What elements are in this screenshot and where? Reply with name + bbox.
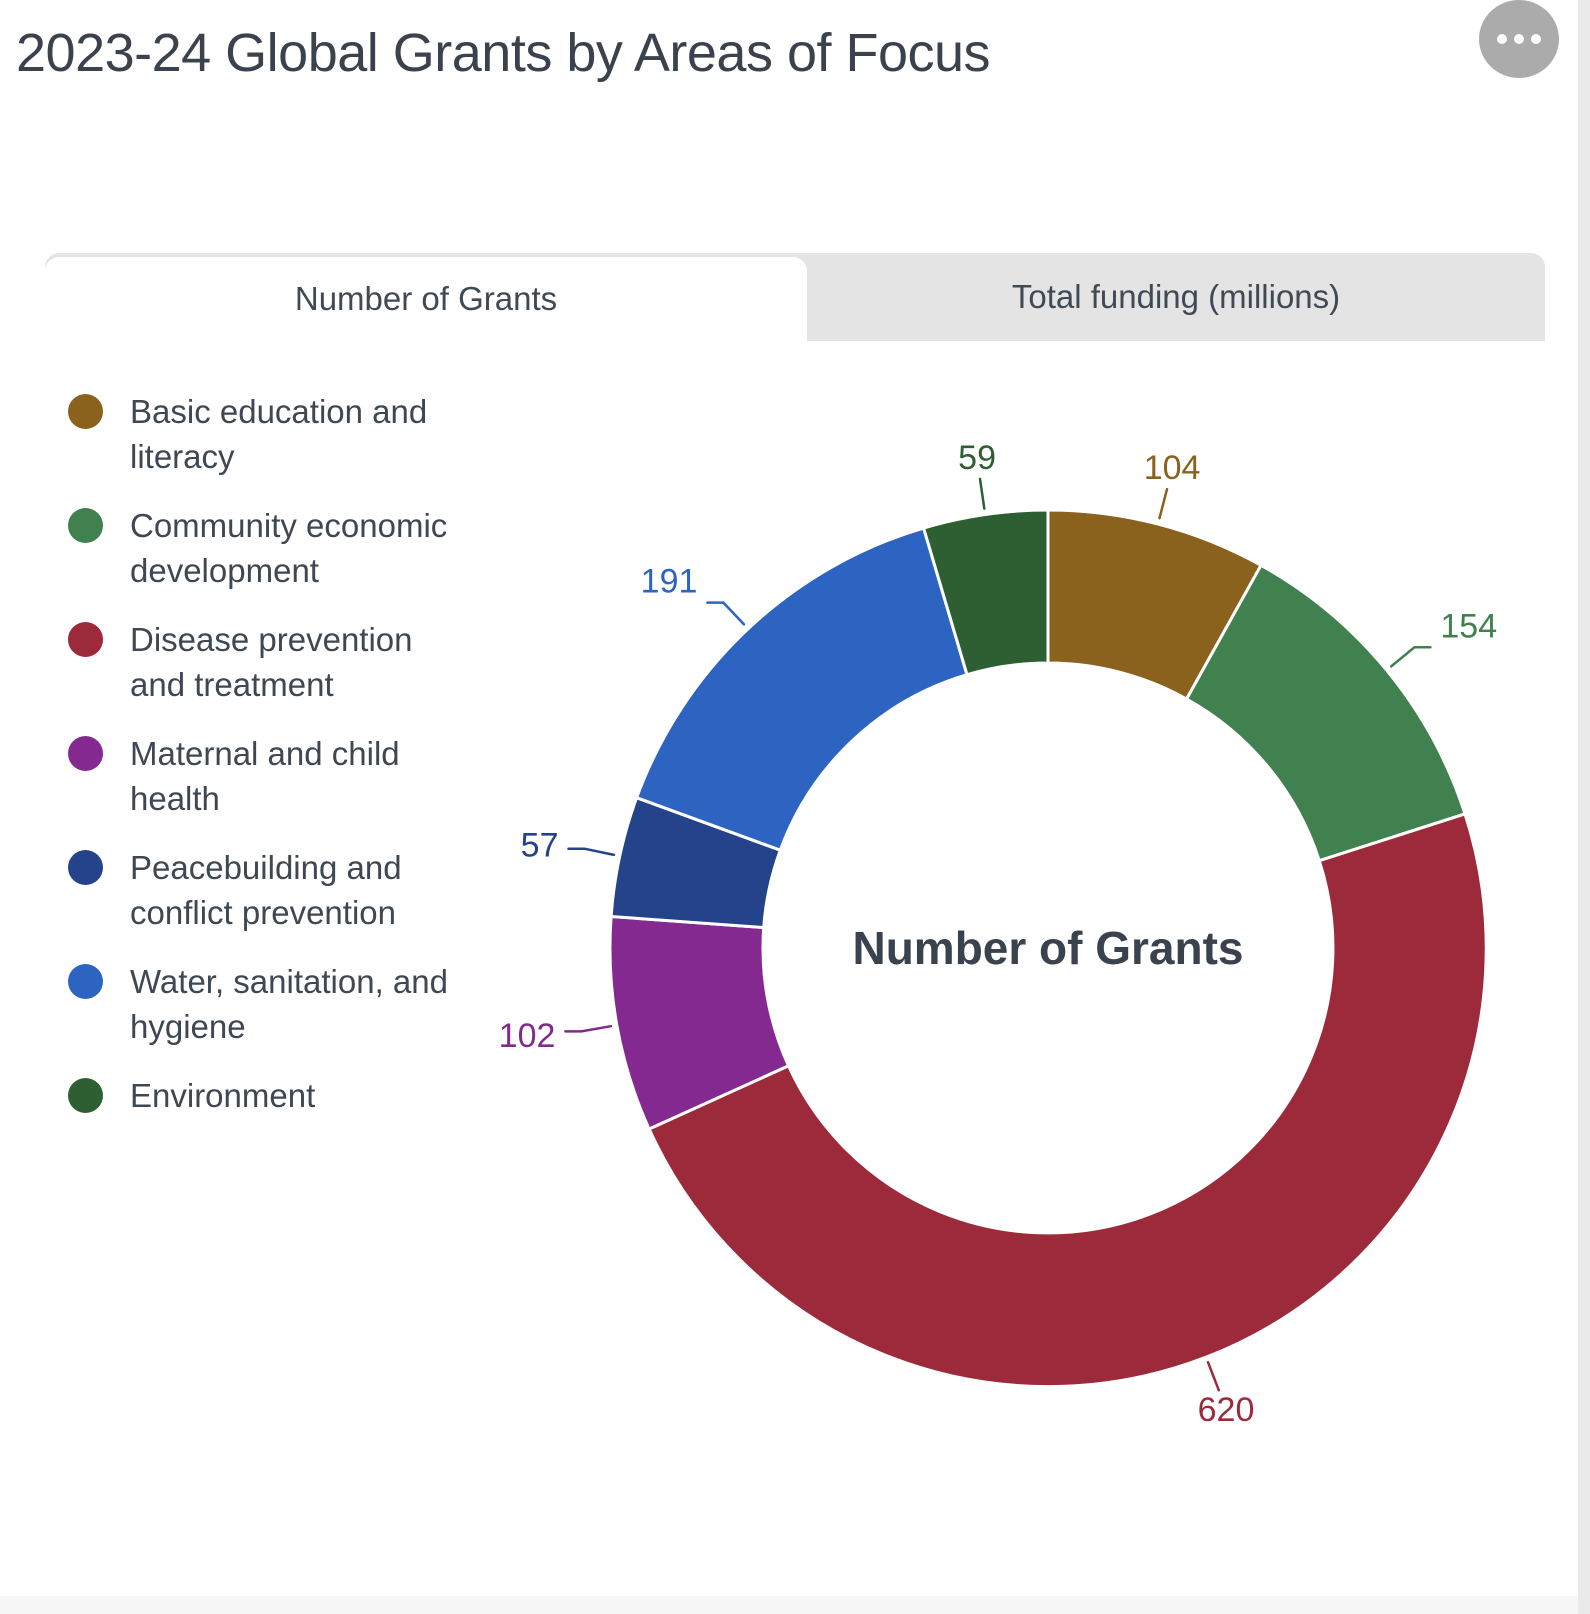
slice-value-label-peacebuilding-and-conflict-prevention: 57 <box>521 827 559 865</box>
donut-slice-disease-prevention-and-treatment[interactable] <box>649 814 1486 1387</box>
slice-value-label-environment: 59 <box>958 439 996 477</box>
slice-leader-line <box>565 1026 611 1031</box>
slice-leader-line <box>707 603 744 625</box>
slice-leader-line <box>1160 489 1168 518</box>
slice-leader-line <box>980 479 984 509</box>
slice-value-label-disease-prevention-and-treatment: 620 <box>1198 1391 1255 1429</box>
slice-leader-line <box>569 849 614 855</box>
page-scrollbar-gutter <box>1578 0 1590 1614</box>
slice-leader-line <box>1208 1362 1219 1390</box>
slice-leader-line <box>1391 647 1430 666</box>
slice-value-label-water-sanitation-and-hygiene: 191 <box>641 563 698 601</box>
slice-value-label-maternal-and-child-health: 102 <box>499 1017 556 1055</box>
donut-center-label: Number of Grants <box>852 922 1243 974</box>
donut-chart: 104 154 620 102 57 191 59 Number of Grants <box>0 0 1590 1614</box>
slice-value-label-community-economic-development: 154 <box>1440 607 1497 645</box>
page-bottom-strip <box>0 1596 1578 1614</box>
slice-value-label-basic-education-and-literacy: 104 <box>1144 449 1201 487</box>
